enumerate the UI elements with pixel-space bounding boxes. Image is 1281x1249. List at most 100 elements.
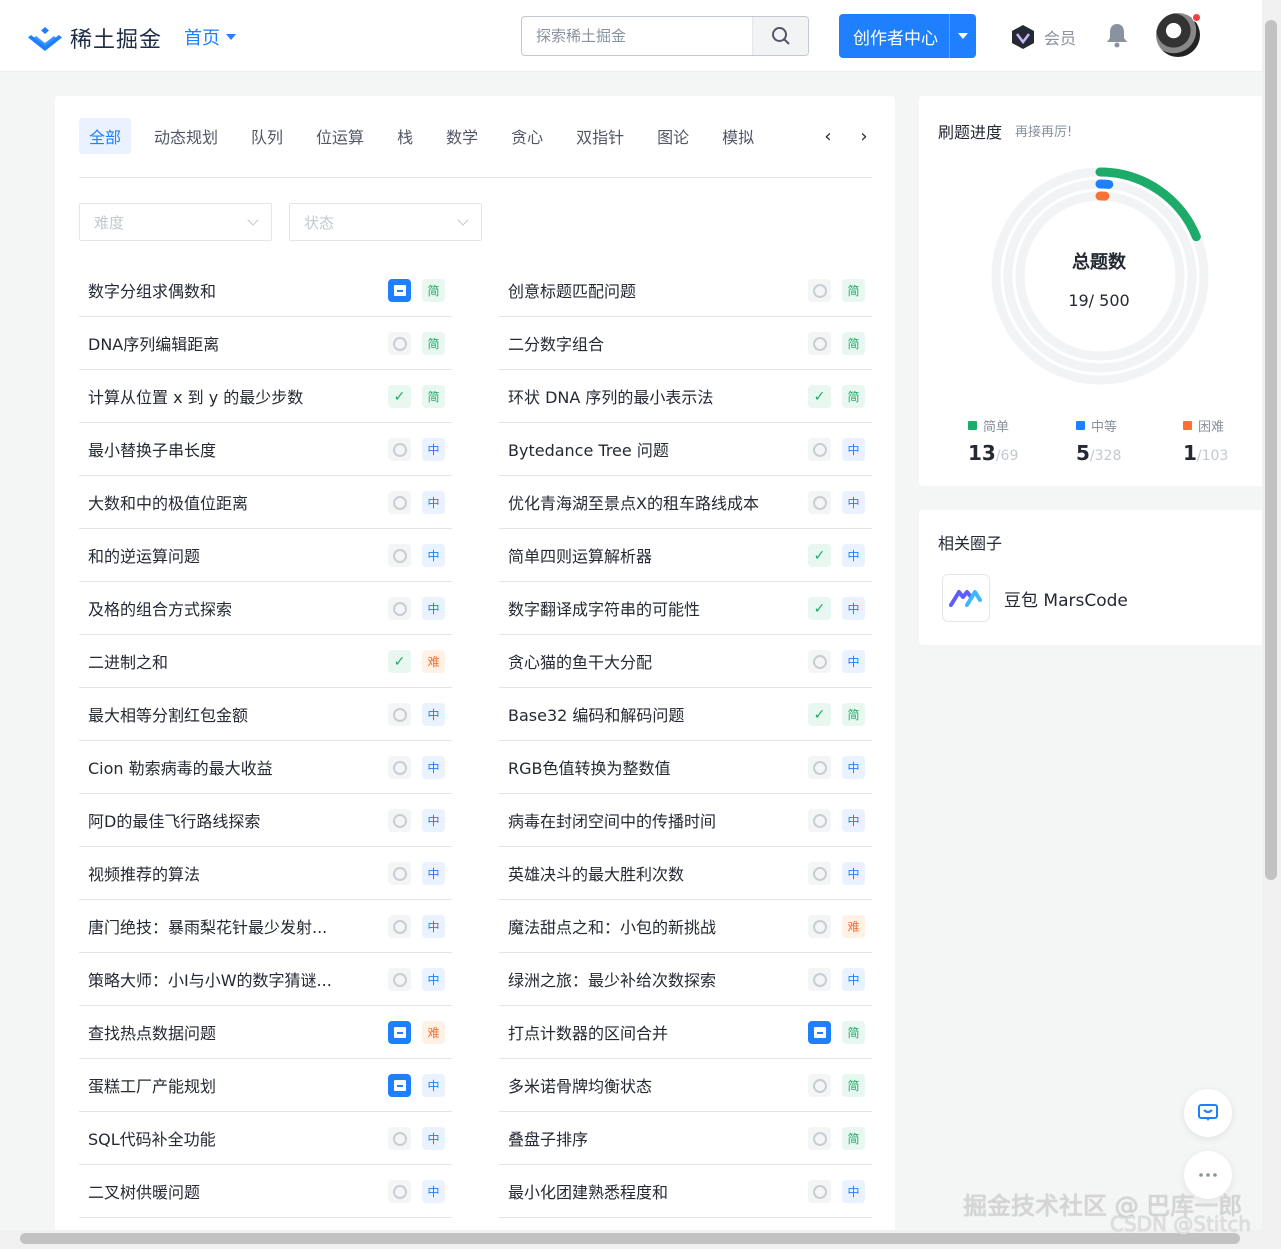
problem-row[interactable]: 二分数字组合 简 <box>499 317 872 370</box>
hard-legend-square <box>1183 421 1192 430</box>
difficulty-select[interactable]: 难度 <box>79 203 272 241</box>
tab-stack[interactable]: 栈 <box>387 118 423 154</box>
tab-dynamic-programming[interactable]: 动态规划 <box>144 118 228 154</box>
tab-bit-manipulation[interactable]: 位运算 <box>306 118 374 154</box>
vertical-scrollbar-thumb[interactable] <box>1265 20 1277 880</box>
easy-total: /69 <box>995 448 1019 464</box>
horizontal-scrollbar-thumb[interactable] <box>20 1233 1240 1244</box>
difficulty-badge: 简 <box>422 279 445 302</box>
tab-graph[interactable]: 图论 <box>647 118 699 154</box>
problem-row[interactable]: 贪心猫的鱼干大分配 中 <box>499 635 872 688</box>
tab-scroll-controls: ‹ › <box>820 118 872 154</box>
problem-row[interactable]: 大数和中的极值位距离 中 <box>79 476 452 529</box>
calendar-icon <box>388 1021 411 1044</box>
nav-home-label: 首页 <box>184 28 220 49</box>
problem-row[interactable]: 蛋糕工厂产能规划 中 <box>79 1059 452 1112</box>
problem-row[interactable]: 策略大师：小I与小W的数字猜谜... 中 <box>79 953 452 1006</box>
problem-row[interactable]: 英雄决斗的最大胜利次数 中 <box>499 847 872 900</box>
problem-row[interactable]: DNA序列编辑距离 简 <box>79 317 452 370</box>
problem-title: 绿洲之旅：最少补给次数探索 <box>508 971 717 990</box>
logo[interactable]: 稀土掘金 <box>28 22 162 54</box>
difficulty-badge: 简 <box>842 1127 865 1150</box>
tab-simulation[interactable]: 模拟 <box>712 118 764 154</box>
unsolved-circle-icon <box>808 1074 831 1097</box>
problem-row[interactable]: Bytedance Tree 问题 中 <box>499 423 872 476</box>
problem-row[interactable]: 叠盘子排序 简 <box>499 1112 872 1165</box>
tab-all[interactable]: 全部 <box>79 118 132 154</box>
chevron-left-icon[interactable]: ‹ <box>820 126 836 147</box>
problem-row[interactable]: 多米诺骨牌均衡状态 简 <box>499 1059 872 1112</box>
problem-row[interactable]: 优化青海湖至景点X的租车路线成本 中 <box>499 476 872 529</box>
creator-dropdown-toggle[interactable] <box>950 33 976 39</box>
problem-row[interactable]: 最小替换子串长度 中 <box>79 423 452 476</box>
unsolved-circle-icon <box>808 650 831 673</box>
problem-row[interactable]: 及格的组合方式探索 中 <box>79 582 452 635</box>
search-button[interactable] <box>752 17 808 55</box>
chevron-right-icon[interactable]: › <box>856 126 872 147</box>
status-select-label: 状态 <box>304 213 335 232</box>
member-link[interactable]: 会员 <box>1010 24 1076 50</box>
problem-row[interactable]: 计算从位置 x 到 y 的最少步数 ✓ 简 <box>79 370 452 423</box>
unsolved-circle-icon <box>388 332 411 355</box>
problem-row[interactable]: 唐门绝技：暴雨梨花针最少发射... 中 <box>79 900 452 953</box>
juejin-logo-icon <box>28 27 62 51</box>
problem-row[interactable]: 创意标题匹配问题 简 <box>499 264 872 317</box>
problem-row[interactable]: 最小化团建熟悉程度和 中 <box>499 1165 872 1218</box>
notification-button[interactable] <box>1105 22 1129 52</box>
difficulty-badge: 中 <box>422 703 445 726</box>
problem-title: 多米诺骨牌均衡状态 <box>508 1077 653 1096</box>
unsolved-circle-icon <box>808 915 831 938</box>
tab-two-pointers[interactable]: 双指针 <box>566 118 634 154</box>
problem-title: 策略大师：小I与小W的数字猜谜... <box>88 971 332 990</box>
difficulty-badge: 中 <box>422 756 445 779</box>
problem-row[interactable]: 病毒在封闭空间中的传播时间 中 <box>499 794 872 847</box>
status-select[interactable]: 状态 <box>289 203 482 241</box>
difficulty-badge: 中 <box>842 809 865 832</box>
search-input[interactable] <box>522 17 752 55</box>
logo-text: 稀土掘金 <box>70 28 163 53</box>
problem-row[interactable]: SQL代码补全功能 中 <box>79 1112 452 1165</box>
problem-title: Bytedance Tree 问题 <box>508 441 669 460</box>
problem-row[interactable]: 打点计数器的区间合并 简 <box>499 1006 872 1059</box>
problem-row[interactable]: 魔法甜点之和：小包的新挑战 难 <box>499 900 872 953</box>
unsolved-circle-icon <box>388 862 411 885</box>
problem-title: 病毒在封闭空间中的传播时间 <box>508 812 717 831</box>
problem-row[interactable]: Cion 勒索病毒的最大收益 中 <box>79 741 452 794</box>
difficulty-badge: 难 <box>422 650 445 673</box>
check-icon: ✓ <box>388 650 411 673</box>
creator-center-button[interactable]: 创作者中心 <box>839 14 976 58</box>
unsolved-circle-icon <box>808 1180 831 1203</box>
problem-row[interactable]: 和的逆运算问题 中 <box>79 529 452 582</box>
nav-home-dropdown[interactable]: 首页 <box>184 24 236 50</box>
problem-row[interactable]: 最大相等分割红包金额 中 <box>79 688 452 741</box>
tab-greedy[interactable]: 贪心 <box>501 118 553 154</box>
problem-row[interactable]: 环状 DNA 序列的最小表示法 ✓ 简 <box>499 370 872 423</box>
unsolved-circle-icon <box>388 1127 411 1150</box>
difficulty-badge: 中 <box>422 597 445 620</box>
member-label: 会员 <box>1044 29 1077 48</box>
chevron-down-icon <box>247 214 259 226</box>
unsolved-circle-icon <box>388 756 411 779</box>
feedback-button[interactable] <box>1184 1089 1232 1137</box>
circle-item-marscode[interactable]: 豆包 MarsCode <box>942 574 1128 622</box>
problem-row[interactable]: 阿D的最佳飞行路线探索 中 <box>79 794 452 847</box>
calendar-icon <box>388 1074 411 1097</box>
tab-math[interactable]: 数学 <box>436 118 488 154</box>
problem-title: 和的逆运算问题 <box>88 547 201 566</box>
problem-title: 二叉树供暖问题 <box>88 1183 201 1202</box>
problem-row[interactable]: 二叉树供暖问题 中 <box>79 1165 452 1218</box>
problem-row[interactable]: 视频推荐的算法 中 <box>79 847 452 900</box>
problem-row[interactable]: 查找热点数据问题 难 <box>79 1006 452 1059</box>
problem-row[interactable]: 二进制之和 ✓ 难 <box>79 635 452 688</box>
problem-row[interactable]: 绿洲之旅：最少补给次数探索 中 <box>499 953 872 1006</box>
problem-row[interactable]: Base32 编码和解码问题 ✓ 简 <box>499 688 872 741</box>
difficulty-badge: 中 <box>842 491 865 514</box>
problem-row[interactable]: RGB色值转换为整数值 中 <box>499 741 872 794</box>
problem-row[interactable]: 简单四则运算解析器 ✓ 中 <box>499 529 872 582</box>
ring-count: 19/ 500 <box>1068 291 1130 310</box>
problem-row[interactable]: 数字翻译成字符串的可能性 ✓ 中 <box>499 582 872 635</box>
problem-row[interactable]: 数字分组求偶数和 简 <box>79 264 452 317</box>
tab-queue[interactable]: 队列 <box>241 118 293 154</box>
search-box <box>521 16 809 56</box>
problem-title: RGB色值转换为整数值 <box>508 759 671 778</box>
